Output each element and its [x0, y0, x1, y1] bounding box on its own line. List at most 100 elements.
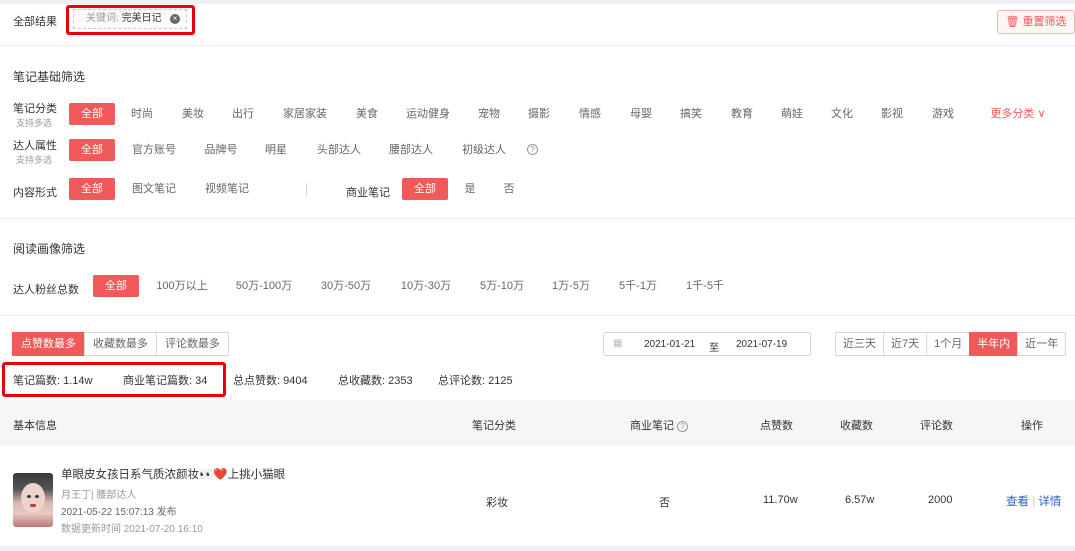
category-option[interactable]: 教育 — [725, 103, 759, 125]
fans-option[interactable]: 全部 — [93, 275, 139, 297]
note-thumbnail[interactable] — [13, 473, 53, 527]
category-option[interactable]: 美食 — [350, 103, 384, 125]
action-separator: | — [1032, 496, 1036, 508]
chevron-down-icon: ∨ — [1037, 108, 1046, 120]
category-option[interactable]: 宠物 — [472, 103, 506, 125]
header-commercial-label: 商业笔记 — [630, 420, 674, 432]
calendar-icon: ▦ — [613, 338, 623, 349]
fans-option[interactable]: 5千-1万 — [614, 275, 662, 297]
category-option[interactable]: 母婴 — [624, 103, 658, 125]
category-label: 笔记分类 — [13, 103, 57, 115]
commercial-option[interactable]: 是 — [458, 178, 482, 200]
sort-option[interactable]: 评论数最多 — [156, 332, 229, 356]
highlight-box-stats — [2, 362, 226, 397]
fans-option[interactable]: 50万-100万 — [231, 275, 297, 297]
audience-filter-title: 阅读画像筛选 — [13, 242, 86, 256]
date-range-picker[interactable]: ▦ 2021-01-21 至 2021-07-19 — [603, 332, 811, 356]
cell-comments: 2000 — [928, 494, 953, 506]
question-circle-icon[interactable]: ? — [527, 143, 538, 155]
face-shape — [21, 483, 45, 513]
top-strip — [0, 0, 1075, 4]
kol-option[interactable]: 明星 — [259, 139, 293, 161]
kol-label: 达人属性 — [13, 140, 57, 152]
question-circle-icon[interactable]: ? — [677, 420, 689, 432]
divider — [0, 218, 1075, 219]
category-option[interactable]: 萌娃 — [775, 103, 809, 125]
category-sub: 支持多选 — [16, 118, 53, 128]
cell-collects: 6.57w — [845, 494, 875, 506]
more-categories-button[interactable]: 更多分类 ∨ — [982, 103, 1054, 125]
fans-option[interactable]: 100万以上 — [151, 275, 213, 297]
vertical-divider — [306, 183, 307, 196]
category-option[interactable]: 影视 — [875, 103, 909, 125]
category-option[interactable]: 时尚 — [125, 103, 159, 125]
cell-likes: 11.70w — [763, 494, 798, 506]
commercial-option[interactable]: 全部 — [402, 178, 448, 200]
cell-commercial: 否 — [659, 497, 670, 509]
row-actions: 查看 | 详情 — [1006, 493, 1061, 509]
header-commercial: 商业笔记 ? — [630, 417, 689, 433]
kol-sub: 支持多选 — [16, 155, 53, 165]
kol-option[interactable]: 品牌号 — [199, 139, 243, 161]
cell-category: 彩妆 — [486, 497, 508, 509]
detail-link[interactable]: 详情 — [1038, 496, 1061, 508]
fans-option[interactable]: 5万-10万 — [475, 275, 529, 297]
kol-option[interactable]: 头部达人 — [311, 139, 367, 161]
fans-option[interactable]: 30万-50万 — [316, 275, 376, 297]
basic-filter-title: 笔记基础筛选 — [13, 70, 86, 84]
category-option[interactable]: 运动健身 — [401, 103, 455, 125]
bottom-strip — [0, 546, 1075, 551]
category-option[interactable]: 家居家装 — [278, 103, 332, 125]
content-option[interactable]: 图文笔记 — [126, 178, 182, 200]
category-option[interactable]: 出行 — [226, 103, 260, 125]
fans-option[interactable]: 1千-5千 — [681, 275, 729, 297]
category-option[interactable]: 搞笑 — [674, 103, 708, 125]
kol-option[interactable]: 初级达人 — [456, 139, 512, 161]
range-option[interactable]: 近7天 — [883, 332, 928, 356]
kol-option[interactable]: 腰部达人 — [383, 139, 439, 161]
stat-collects: 总收藏数: 2353 — [338, 375, 413, 387]
content-option[interactable]: 视频笔记 — [199, 178, 255, 200]
category-option[interactable]: 情感 — [573, 103, 607, 125]
range-option[interactable]: 近三天 — [835, 332, 884, 356]
view-link[interactable]: 查看 — [1006, 496, 1029, 508]
sort-button-group: 点赞数最多 收藏数最多 评论数最多 — [12, 332, 229, 356]
note-title[interactable]: 单眼皮女孩日系气质浓颜妆👀❤️上挑小猫眼 — [61, 466, 285, 482]
reset-filter-label: 重置筛选 — [1022, 16, 1067, 28]
fans-option[interactable]: 10万-30万 — [396, 275, 456, 297]
table-header — [0, 400, 1075, 446]
sort-option[interactable]: 点赞数最多 — [12, 332, 85, 356]
range-option[interactable]: 近一年 — [1017, 332, 1067, 356]
category-option[interactable]: 全部 — [69, 103, 115, 125]
date-end[interactable]: 2021-07-19 — [736, 339, 787, 350]
date-start[interactable]: 2021-01-21 — [644, 339, 695, 350]
category-option[interactable]: 摄影 — [522, 103, 556, 125]
kol-option[interactable]: 全部 — [69, 139, 115, 161]
highlight-box-keyword — [66, 5, 195, 35]
divider — [0, 315, 1075, 316]
eye-shape — [27, 495, 31, 498]
range-option[interactable]: 半年内 — [969, 332, 1019, 356]
category-option[interactable]: 游戏 — [926, 103, 960, 125]
header-likes[interactable]: 点赞数 — [760, 417, 793, 433]
range-option[interactable]: 1个月 — [926, 332, 971, 356]
note-author[interactable]: 月王丁| 腰部达人 — [61, 486, 136, 501]
header-comments[interactable]: 评论数 — [920, 417, 953, 433]
category-option[interactable]: 美妆 — [176, 103, 210, 125]
commercial-option[interactable]: 否 — [497, 178, 521, 200]
divider — [0, 45, 1075, 46]
reset-filter-button[interactable]: 🗑 重置筛选 — [997, 10, 1075, 34]
fans-label: 达人粉丝总数 — [13, 284, 79, 296]
trash-icon: 🗑 — [1005, 16, 1020, 28]
header-collects[interactable]: 收藏数 — [840, 417, 873, 433]
header-action: 操作 — [1021, 420, 1043, 432]
content-form-label: 内容形式 — [13, 187, 57, 199]
note-published: 2021-05-22 15:07:13 发布 — [61, 507, 177, 518]
all-results-label: 全部结果 — [13, 16, 57, 28]
kol-option[interactable]: 官方账号 — [126, 139, 182, 161]
quick-range-group: 近三天 近7天 1个月 半年内 近一年 — [835, 332, 1067, 356]
fans-option[interactable]: 1万-5万 — [548, 275, 594, 297]
content-option[interactable]: 全部 — [69, 178, 115, 200]
sort-option[interactable]: 收藏数最多 — [84, 332, 157, 356]
category-option[interactable]: 文化 — [825, 103, 859, 125]
